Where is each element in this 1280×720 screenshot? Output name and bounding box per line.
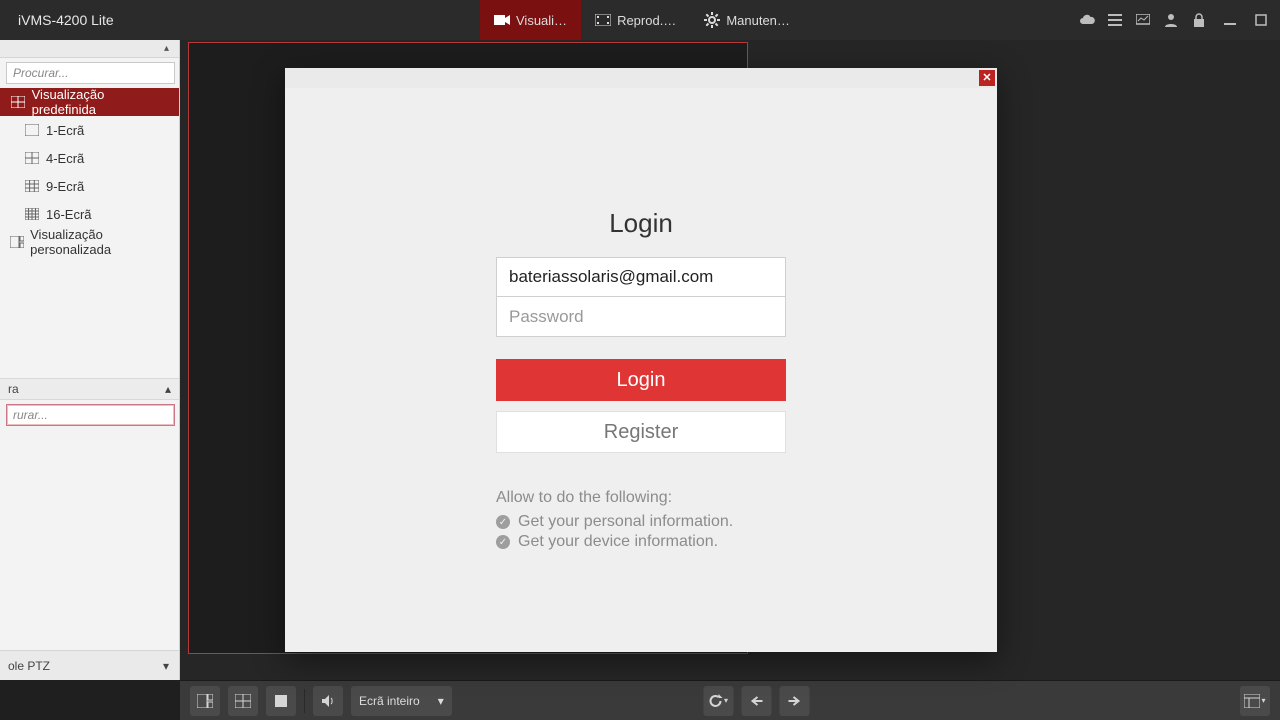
separator (304, 689, 305, 713)
tree-view-9[interactable]: 9-Ecrã (0, 172, 179, 200)
check-icon: ✓ (496, 535, 510, 549)
settings-button[interactable]: ▾ (1240, 686, 1270, 716)
permission-item: ✓ Get your device information. (496, 533, 786, 551)
view-tree: Visualização predefinida 1-Ecrã 4-Ecrã 9… (0, 88, 179, 256)
maximize-icon[interactable] (1252, 11, 1270, 29)
tree-label: 4-Ecrã (46, 151, 84, 166)
grid-icon (10, 94, 26, 110)
titlebar: iVMS-4200 Lite Visuali… Reprod.… Manuten… (0, 0, 1280, 40)
tab-manutencao[interactable]: Manuten… (690, 0, 804, 40)
cloud-icon[interactable] (1078, 11, 1096, 29)
bottom-toolbar: Ecrã inteiro ▾ ▾ ▾ (180, 680, 1280, 720)
custom-layout-icon (10, 234, 24, 250)
volume-button[interactable] (313, 686, 343, 716)
tab-label: Reprod.… (617, 13, 676, 28)
permission-text: Get your personal information. (518, 513, 733, 531)
camera-search: 🔍 (0, 400, 179, 430)
chevron-up-icon: ▴ (164, 43, 169, 54)
tree-view-1[interactable]: 1-Ecrã (0, 116, 179, 144)
permissions-block: Allow to do the following: ✓ Get your pe… (496, 489, 786, 553)
sidebar-collapse[interactable]: ▴ (0, 40, 179, 58)
system-icons (1078, 0, 1276, 40)
ptz-label: ole PTZ (8, 659, 50, 673)
tree-view-4[interactable]: 4-Ecrã (0, 144, 179, 172)
dialog-body: Login Login Register Allow to do the fol… (285, 88, 997, 652)
dialog-title: Login (609, 208, 673, 239)
password-field[interactable] (496, 297, 786, 337)
dialog-close-button[interactable]: ✕ (979, 70, 995, 86)
tree-label: 1-Ecrã (46, 123, 84, 138)
tab-visualizacao[interactable]: Visuali… (480, 0, 581, 40)
film-icon (595, 14, 611, 26)
page-nav: ▾ (704, 686, 810, 716)
tab-reproducao[interactable]: Reprod.… (581, 0, 690, 40)
gear-icon (704, 12, 720, 28)
chevron-down-icon: ▾ (724, 696, 728, 705)
tab-label: Manuten… (726, 13, 790, 28)
app-title: iVMS-4200 Lite (0, 12, 114, 28)
stop-all-button[interactable] (266, 686, 296, 716)
layout-button-a[interactable] (190, 686, 220, 716)
tree-view-16[interactable]: 16-Ecrã (0, 200, 179, 228)
prev-page-button[interactable] (742, 686, 772, 716)
dialog-header: ✕ (285, 68, 997, 88)
register-button[interactable]: Register (496, 411, 786, 453)
check-icon: ✓ (496, 515, 510, 529)
camera-icon (494, 14, 510, 26)
minimize-icon[interactable] (1218, 11, 1242, 29)
screen-mode-select[interactable]: Ecrã inteiro ▾ (351, 686, 452, 716)
close-icon: ✕ (982, 72, 991, 84)
main-tabs: Visuali… Reprod.… Manuten… (480, 0, 804, 40)
chevron-up-icon: ▴ (165, 382, 171, 396)
tab-label: Visuali… (516, 13, 567, 28)
list-icon[interactable] (1106, 11, 1124, 29)
layout-1-icon (24, 122, 40, 138)
search-input[interactable] (6, 62, 175, 84)
chevron-down-icon: ▾ (438, 694, 444, 708)
chevron-down-icon: ▾ (1261, 696, 1265, 705)
camera-section-label: ra (8, 382, 19, 396)
monitor-icon[interactable] (1134, 11, 1152, 29)
email-field[interactable] (496, 257, 786, 297)
camera-search-input[interactable] (6, 404, 175, 426)
permission-text: Get your device information. (518, 533, 718, 551)
sidebar-search: 🔍 (0, 58, 179, 88)
tree-label: 9-Ecrã (46, 179, 84, 194)
tree-label: 16-Ecrã (46, 207, 92, 222)
camera-section-header[interactable]: ra ▴ (0, 378, 179, 400)
tree-custom-views[interactable]: Visualização personalizada (0, 228, 179, 256)
sidebar: ▴ 🔍 Visualização predefinida 1-Ecrã 4-Ec… (0, 40, 180, 680)
layout-16-icon (24, 206, 40, 222)
permissions-header: Allow to do the following: (496, 489, 786, 507)
layout-4-icon (24, 150, 40, 166)
login-button[interactable]: Login (496, 359, 786, 401)
layout-button-b[interactable] (228, 686, 258, 716)
chevron-down-icon: ▾ (163, 659, 169, 673)
next-page-button[interactable] (780, 686, 810, 716)
permission-item: ✓ Get your personal information. (496, 513, 786, 531)
tree-predefined-views[interactable]: Visualização predefinida (0, 88, 179, 116)
tree-label: Visualização personalizada (30, 227, 169, 257)
tree-label: Visualização predefinida (32, 87, 169, 117)
user-icon[interactable] (1162, 11, 1180, 29)
ptz-section-header[interactable]: ole PTZ ▾ (0, 650, 179, 680)
layout-9-icon (24, 178, 40, 194)
cycle-button[interactable]: ▾ (704, 686, 734, 716)
login-dialog: ✕ Login Login Register Allow to do the f… (285, 68, 997, 652)
lock-icon[interactable] (1190, 11, 1208, 29)
screen-mode-label: Ecrã inteiro (359, 694, 420, 708)
